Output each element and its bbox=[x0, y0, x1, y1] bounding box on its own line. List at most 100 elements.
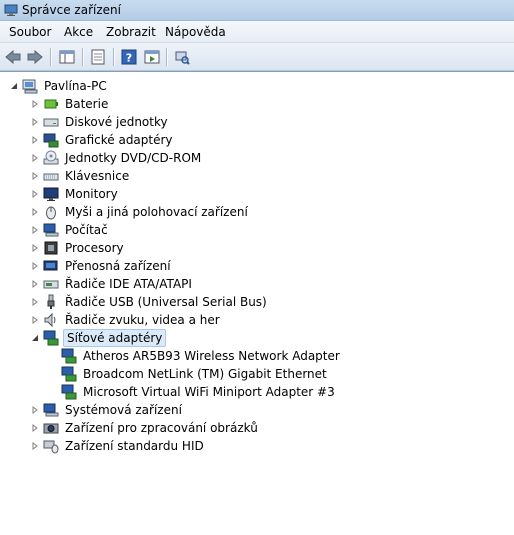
tree-item-label: Myši a jiná polohovací zařízení bbox=[65, 205, 248, 219]
tree-item-label: Broadcom NetLink (TM) Gigabit Ethernet bbox=[83, 367, 327, 381]
tree-root-pavlina-pc[interactable]: Pavlína-PC bbox=[9, 77, 109, 95]
help-button[interactable]: ? bbox=[119, 47, 139, 67]
tree-item-label-selected: Síťové adaptéry bbox=[63, 329, 167, 347]
tree-item-zarizeni-hid[interactable]: Zařízení standardu HID bbox=[30, 437, 206, 455]
tree-item-label: Jednotky DVD/CD-ROM bbox=[65, 151, 202, 165]
tree-item-baterie[interactable]: Baterie bbox=[30, 95, 110, 113]
collapsed-triangle-icon[interactable] bbox=[30, 280, 39, 289]
console-tree-icon bbox=[59, 50, 75, 64]
disk-drive-icon bbox=[43, 114, 59, 130]
battery-icon bbox=[43, 96, 59, 112]
tree-child-microsoft-virtual-wifi[interactable]: Microsoft Virtual WiFi Miniport Adapter … bbox=[48, 383, 337, 401]
tree-root-label: Pavlína-PC bbox=[44, 79, 107, 93]
collapsed-triangle-icon[interactable] bbox=[30, 226, 39, 235]
tree-item-monitory[interactable]: Monitory bbox=[30, 185, 120, 203]
tree-item-graficke-adaptery[interactable]: Grafické adaptéry bbox=[30, 131, 175, 149]
collapsed-triangle-icon[interactable] bbox=[30, 424, 39, 433]
menu-bar: Soubor Akce Zobrazit Nápověda bbox=[0, 21, 514, 43]
ide-controller-icon bbox=[43, 276, 59, 292]
collapsed-triangle-icon[interactable] bbox=[30, 190, 39, 199]
imaging-device-icon bbox=[43, 420, 59, 436]
display-adapter-icon bbox=[43, 132, 59, 148]
expanded-triangle-icon[interactable] bbox=[9, 82, 18, 91]
device-manager-app-icon bbox=[4, 3, 18, 17]
device-tree: Pavlína-PC Baterie Diskové jednotky Graf… bbox=[0, 71, 514, 535]
tree-child-broadcom[interactable]: Broadcom NetLink (TM) Gigabit Ethernet bbox=[48, 365, 329, 383]
tree-item-label: Zařízení standardu HID bbox=[65, 439, 204, 453]
network-adapter-icon bbox=[61, 348, 77, 364]
action-pane-button[interactable] bbox=[142, 47, 162, 67]
collapsed-triangle-icon[interactable] bbox=[30, 316, 39, 325]
network-adapter-icon bbox=[61, 366, 77, 382]
keyboard-icon bbox=[43, 168, 59, 184]
tree-item-label: Microsoft Virtual WiFi Miniport Adapter … bbox=[83, 385, 335, 399]
tree-item-radice-usb[interactable]: Řadiče USB (Universal Serial Bus) bbox=[30, 293, 269, 311]
tree-item-label: Baterie bbox=[65, 97, 109, 111]
system-device-icon bbox=[43, 402, 59, 418]
help-icon: ? bbox=[121, 49, 137, 65]
usb-controller-icon bbox=[43, 294, 59, 310]
collapsed-triangle-icon[interactable] bbox=[30, 118, 39, 127]
tree-item-label: Grafické adaptéry bbox=[65, 133, 173, 147]
tree-item-label: Monitory bbox=[65, 187, 118, 201]
toolbar-separator bbox=[82, 48, 83, 66]
collapsed-triangle-icon[interactable] bbox=[30, 406, 39, 415]
tree-item-klavesnice[interactable]: Klávesnice bbox=[30, 167, 131, 185]
menu-napoveda[interactable]: Nápověda bbox=[165, 25, 226, 39]
back-arrow-icon bbox=[5, 50, 21, 64]
tree-item-label: Systémová zařízení bbox=[65, 403, 182, 417]
collapsed-triangle-icon[interactable] bbox=[30, 136, 39, 145]
tree-item-procesory[interactable]: Procesory bbox=[30, 239, 126, 257]
menu-zobrazit[interactable]: Zobrazit bbox=[106, 25, 156, 39]
network-adapter-icon bbox=[61, 384, 77, 400]
monitor-icon bbox=[43, 186, 59, 202]
portable-device-icon bbox=[43, 258, 59, 274]
tree-item-diskove-jednotky[interactable]: Diskové jednotky bbox=[30, 113, 170, 131]
menu-akce[interactable]: Akce bbox=[64, 25, 93, 39]
action-pane-icon bbox=[144, 50, 160, 64]
mouse-icon bbox=[43, 204, 59, 220]
tree-item-label: Počítač bbox=[65, 223, 108, 237]
collapsed-triangle-icon[interactable] bbox=[30, 244, 39, 253]
tree-item-label: Řadiče IDE ATA/ATAPI bbox=[65, 277, 192, 291]
forward-arrow-icon bbox=[27, 50, 43, 64]
tree-item-jednotky-dvd[interactable]: Jednotky DVD/CD-ROM bbox=[30, 149, 203, 167]
network-adapter-icon bbox=[43, 330, 59, 346]
tree-item-zarizeni-obrazku[interactable]: Zařízení pro zpracování obrázků bbox=[30, 419, 260, 437]
svg-text:?: ? bbox=[126, 52, 132, 65]
title-bar: Správce zařízení bbox=[0, 0, 514, 21]
tree-item-label: Řadiče zvuku, videa a her bbox=[65, 313, 220, 327]
properties-button[interactable] bbox=[88, 47, 108, 67]
tree-item-label: Procesory bbox=[65, 241, 124, 255]
forward-button[interactable] bbox=[25, 47, 45, 67]
back-button[interactable] bbox=[3, 47, 23, 67]
tree-item-pocitac[interactable]: Počítač bbox=[30, 221, 110, 239]
dvd-drive-icon bbox=[43, 150, 59, 166]
tree-child-atheros[interactable]: Atheros AR5B93 Wireless Network Adapter bbox=[48, 347, 342, 365]
expanded-triangle-icon[interactable] bbox=[30, 334, 39, 343]
collapsed-triangle-icon[interactable] bbox=[30, 172, 39, 181]
tree-item-label: Atheros AR5B93 Wireless Network Adapter bbox=[83, 349, 340, 363]
collapsed-triangle-icon[interactable] bbox=[30, 208, 39, 217]
collapsed-triangle-icon[interactable] bbox=[30, 442, 39, 451]
tree-item-radice-ide[interactable]: Řadiče IDE ATA/ATAPI bbox=[30, 275, 194, 293]
tree-item-prenosna-zarizeni[interactable]: Přenosná zařízení bbox=[30, 257, 173, 275]
processor-icon bbox=[43, 240, 59, 256]
collapsed-triangle-icon[interactable] bbox=[30, 298, 39, 307]
collapsed-triangle-icon[interactable] bbox=[30, 154, 39, 163]
tree-item-mysi[interactable]: Myši a jiná polohovací zařízení bbox=[30, 203, 250, 221]
tree-item-systemova-zarizeni[interactable]: Systémová zařízení bbox=[30, 401, 184, 419]
menu-soubor[interactable]: Soubor bbox=[9, 25, 51, 39]
sound-icon bbox=[43, 312, 59, 328]
tree-item-label: Řadiče USB (Universal Serial Bus) bbox=[65, 295, 267, 309]
collapsed-triangle-icon[interactable] bbox=[30, 100, 39, 109]
scan-hardware-button[interactable] bbox=[172, 47, 192, 67]
tree-item-radice-zvuku[interactable]: Řadiče zvuku, videa a her bbox=[30, 311, 222, 329]
show-hide-console-tree-button[interactable] bbox=[57, 47, 77, 67]
collapsed-triangle-icon[interactable] bbox=[30, 262, 39, 271]
scan-hardware-icon bbox=[175, 51, 190, 65]
computer-icon bbox=[43, 222, 59, 238]
tree-item-sitove-adaptery[interactable]: Síťové adaptéry bbox=[30, 329, 167, 347]
properties-icon bbox=[91, 49, 105, 65]
computer-icon bbox=[22, 78, 38, 94]
